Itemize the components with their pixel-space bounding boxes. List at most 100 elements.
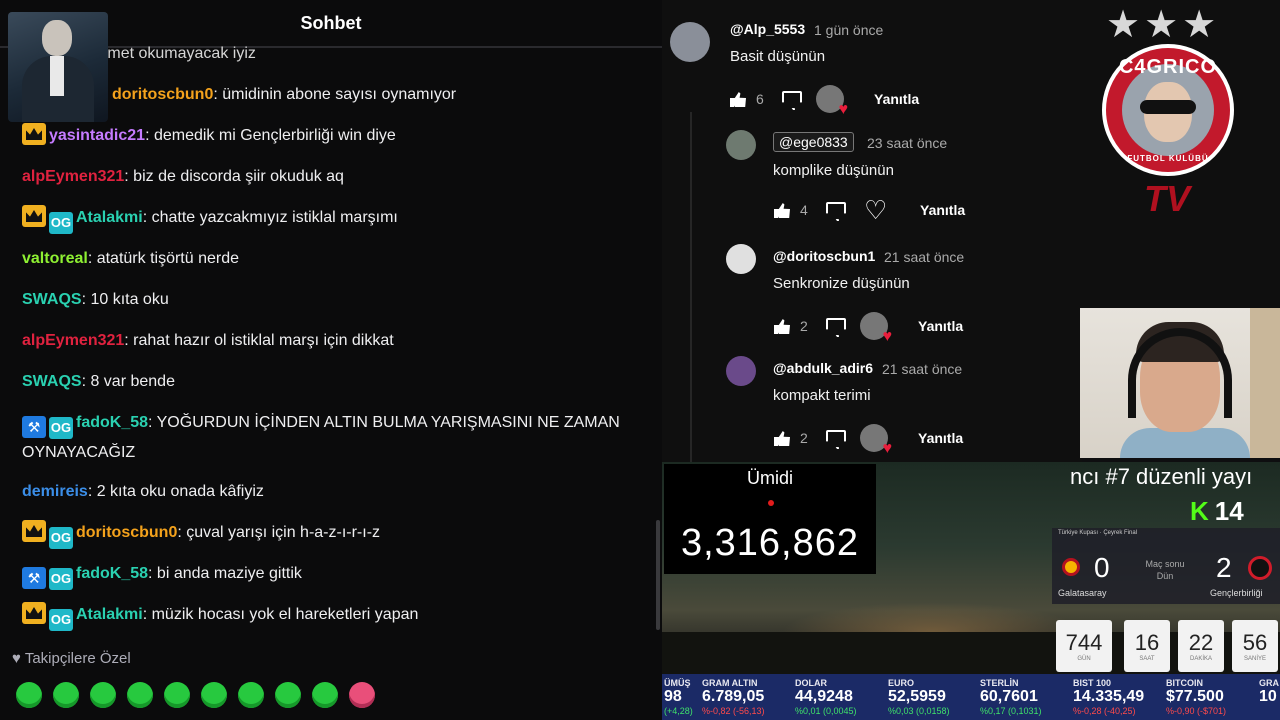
comment-actions: 4 Yanıtla	[772, 195, 965, 226]
crown-badge-icon	[22, 520, 46, 542]
kick-logo-icon: K	[1190, 496, 1209, 526]
comments-panel: @Alp_5553 1 gün önce Basit düşünün 6 Yan…	[662, 0, 1082, 462]
reply-button[interactable]: Yanıtla	[918, 430, 963, 446]
crown-badge-icon	[22, 602, 46, 624]
ticker-item: GRA 10	[1259, 678, 1279, 705]
heart-outline-icon[interactable]	[864, 195, 887, 226]
chat-message: demireis: 2 kıta oku onada kâfiyiz	[22, 478, 264, 506]
subscriber-count: 3,316,862	[680, 522, 860, 564]
like-count: 6	[756, 91, 764, 107]
emote-icon[interactable]	[90, 682, 116, 708]
message-text: : müzik hocası yok el hareketleri yapan	[142, 606, 419, 623]
chat-message: valtoreal: atatürk tişörtü nerde	[22, 245, 239, 273]
chat-message: OG Atalakmi: müzik hocası yok el hareketl…	[22, 601, 418, 631]
chat-message: ⚒ OG fadoK_58: bi anda maziye gittik	[22, 560, 302, 590]
comment-time: 1 gün önce	[814, 22, 884, 38]
like-icon[interactable]	[728, 89, 748, 109]
comment-time: 23 saat önce	[867, 135, 948, 151]
reply-button[interactable]: Yanıtla	[920, 202, 965, 218]
message-text: : rahat hazır ol istiklal marşı için dik…	[124, 332, 394, 349]
like-icon[interactable]	[772, 200, 792, 220]
dislike-icon[interactable]	[824, 200, 844, 220]
emote-icon[interactable]	[127, 682, 153, 708]
emote-icon[interactable]	[312, 682, 338, 708]
message-text: : ümidinin abone sayısı oynamıyor	[213, 86, 457, 103]
message-text: : 2 kıta oku onada kâfiyiz	[87, 483, 264, 500]
emote-icon[interactable]	[349, 682, 375, 708]
countdown-days: 744 GÜN	[1056, 620, 1112, 672]
reply-button[interactable]: Yanıtla	[874, 91, 919, 107]
like-count: 4	[800, 202, 808, 218]
chat-username[interactable]: valtoreal	[22, 250, 88, 267]
club-logo-area: ★★★ C4GRICO FUTBOL KULÜBÜ TV	[1082, 0, 1280, 308]
emote-icon[interactable]	[16, 682, 42, 708]
chat-panel: Sohbet atatürke rahmet okumayacak iyiz d…	[0, 0, 662, 720]
message-text: : atatürk tişörtü nerde	[87, 250, 239, 267]
dislike-icon[interactable]	[824, 316, 844, 336]
chat-username[interactable]: SWAQS	[22, 373, 82, 390]
home-team-name: Galatasaray	[1058, 588, 1107, 598]
commenter-avatar[interactable]	[726, 244, 756, 274]
comment-mention[interactable]: @ege0833	[773, 132, 854, 152]
crown-badge-icon	[22, 205, 46, 227]
chat-message: alpEymen321: rahat hazır ol istiklal mar…	[22, 327, 394, 355]
emote-icon[interactable]	[53, 682, 79, 708]
home-score: 0	[1094, 552, 1110, 583]
chat-username[interactable]: yasintadic21	[49, 127, 145, 144]
message-text: : chatte yazcakmıyız istiklal marşımı	[142, 209, 398, 226]
emote-icon[interactable]	[238, 682, 264, 708]
creator-heart-icon	[816, 85, 848, 119]
genclerbirligi-logo-icon	[1248, 556, 1272, 580]
message-text: : 8 var bende	[81, 373, 175, 390]
chat-username[interactable]: demireis	[22, 483, 88, 500]
countdown-hours: 16 SAAT	[1124, 620, 1170, 672]
chat-username[interactable]: alpEymen321	[22, 332, 124, 349]
comment-author[interactable]: @doritoscbun1	[773, 248, 875, 264]
chat-title: Sohbet	[300, 12, 362, 33]
countdown-seconds: 56 SANİYE	[1232, 620, 1278, 672]
chat-username[interactable]: fadoK_58	[76, 565, 148, 582]
match-status: Maç sonu Dün	[1145, 559, 1185, 581]
chat-username[interactable]: alpEymen321	[22, 168, 124, 185]
chat-username[interactable]: doritoscbun0	[76, 524, 177, 541]
comment-actions: 2 Yanıtla	[772, 312, 963, 346]
chat-username[interactable]: Atalakmi	[76, 209, 143, 226]
dislike-icon[interactable]	[824, 428, 844, 448]
message-text: : bi anda maziye gittik	[148, 565, 302, 582]
ticker-item: BITCOIN $77.500 %-0,90 (-$701)	[1166, 678, 1227, 716]
like-icon[interactable]	[772, 428, 792, 448]
chat-message: SWAQS: 8 var bende	[22, 368, 175, 396]
like-count: 2	[800, 318, 808, 334]
chat-username[interactable]: fadoK_58	[76, 414, 148, 431]
emote-icon[interactable]	[164, 682, 190, 708]
comment-author[interactable]: @abdulk_adir6	[773, 360, 873, 376]
stream-layout: Sohbet atatürke rahmet okumayacak iyiz d…	[0, 0, 1280, 720]
dislike-icon[interactable]	[780, 89, 800, 109]
like-icon[interactable]	[772, 316, 792, 336]
stream-title-marquee: ncı #7 düzenli yayı	[1070, 464, 1253, 489]
chat-username[interactable]: doritoscbun0	[112, 86, 213, 103]
og-badge-icon: OG	[49, 212, 73, 234]
club-crest-logo: C4GRICO FUTBOL KULÜBÜ	[1102, 44, 1234, 176]
message-text: : 10 kıta oku	[81, 291, 169, 308]
message-text: : demedik mi Gençlerbirliği win diye	[145, 127, 396, 144]
reply-thread-line	[690, 112, 692, 462]
comment-author[interactable]: @Alp_5553	[730, 21, 805, 37]
og-badge-icon: OG	[49, 417, 73, 439]
pickaxe-badge-icon: ⚒	[22, 567, 46, 589]
streamer-overlay-image	[8, 12, 108, 122]
commenter-avatar[interactable]	[726, 130, 756, 160]
commenter-avatar[interactable]	[726, 356, 756, 386]
chat-username[interactable]: SWAQS	[22, 291, 82, 308]
tv-label: TV	[1144, 178, 1191, 219]
emote-icon[interactable]	[275, 682, 301, 708]
ticker-item: STERLİN 60,7601 %0,17 (0,1031)	[980, 678, 1042, 716]
reply-button[interactable]: Yanıtla	[918, 318, 963, 334]
commenter-avatar[interactable]	[670, 22, 710, 62]
countdown-minutes: 22 DAKİKA	[1178, 620, 1224, 672]
chat-username[interactable]: Atalakmi	[76, 606, 143, 623]
ticker-item: GRAM ALTIN 6.789,05 %-0,82 (-56,13)	[702, 678, 765, 716]
viewer-count: 14	[1214, 496, 1244, 526]
emote-icon[interactable]	[201, 682, 227, 708]
chat-scrollbar[interactable]	[656, 520, 660, 630]
